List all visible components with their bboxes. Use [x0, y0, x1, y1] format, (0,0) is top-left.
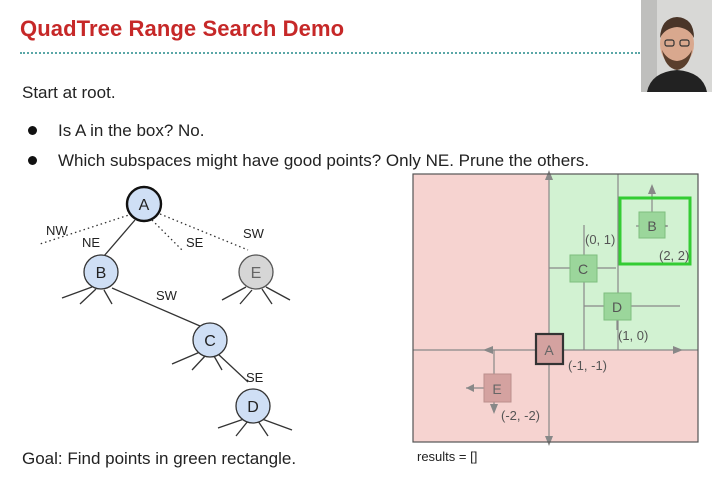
point-c: C — [569, 254, 598, 283]
edge-label-b-sw: SW — [156, 288, 178, 303]
tree-node-b: B — [83, 254, 119, 290]
edge-label-c-se: SE — [246, 370, 264, 385]
tree-node-b-label: B — [96, 265, 107, 282]
point-c-label: C — [578, 261, 588, 277]
edge-label-se: SE — [186, 235, 204, 250]
results-text: results = [] — [417, 449, 478, 464]
edge-label-ne: NE — [82, 235, 100, 250]
coord-b: (2, 2) — [659, 248, 689, 263]
region-sw — [413, 350, 549, 442]
coord-e: (-2, -2) — [501, 408, 540, 423]
point-b-label: B — [647, 218, 656, 234]
edge-label-nw: NW — [46, 223, 68, 238]
coord-d: (1, 0) — [618, 328, 648, 343]
point-a: A — [534, 332, 565, 366]
coord-a: (-1, -1) — [568, 358, 607, 373]
tree-node-d: D — [235, 388, 271, 424]
edge-sw — [159, 213, 249, 251]
tree-node-e-label: E — [251, 265, 262, 282]
tree-node-a-label: A — [139, 197, 150, 214]
point-a-label: A — [544, 342, 554, 358]
point-b: B — [638, 211, 666, 239]
region-nw — [413, 174, 549, 350]
edge-label-sw: SW — [243, 226, 265, 241]
tree-node-c: C — [192, 322, 228, 358]
edge-ne — [103, 219, 136, 257]
edge-c-d — [217, 353, 249, 383]
point-e: E — [483, 373, 512, 403]
coord-c: (0, 1) — [585, 232, 615, 247]
quadtree-diagram: NW NE SE SW SW SE A B E C D B C D A E (0… — [39, 170, 699, 446]
point-d: D — [603, 292, 632, 321]
edge-se — [151, 219, 183, 251]
point-d-label: D — [612, 299, 622, 315]
tree-node-c-label: C — [204, 333, 216, 350]
goal-text: Goal: Find points in green rectangle. — [22, 449, 297, 468]
tree-node-d-label: D — [247, 399, 259, 416]
point-e-label: E — [492, 381, 501, 397]
spatial-plot: B C D A E (0, 1) (2, 2) (1, 0) (-1, -1) … — [412, 170, 699, 446]
tree-node-e: E — [238, 254, 274, 290]
tree-node-a: A — [125, 185, 163, 223]
